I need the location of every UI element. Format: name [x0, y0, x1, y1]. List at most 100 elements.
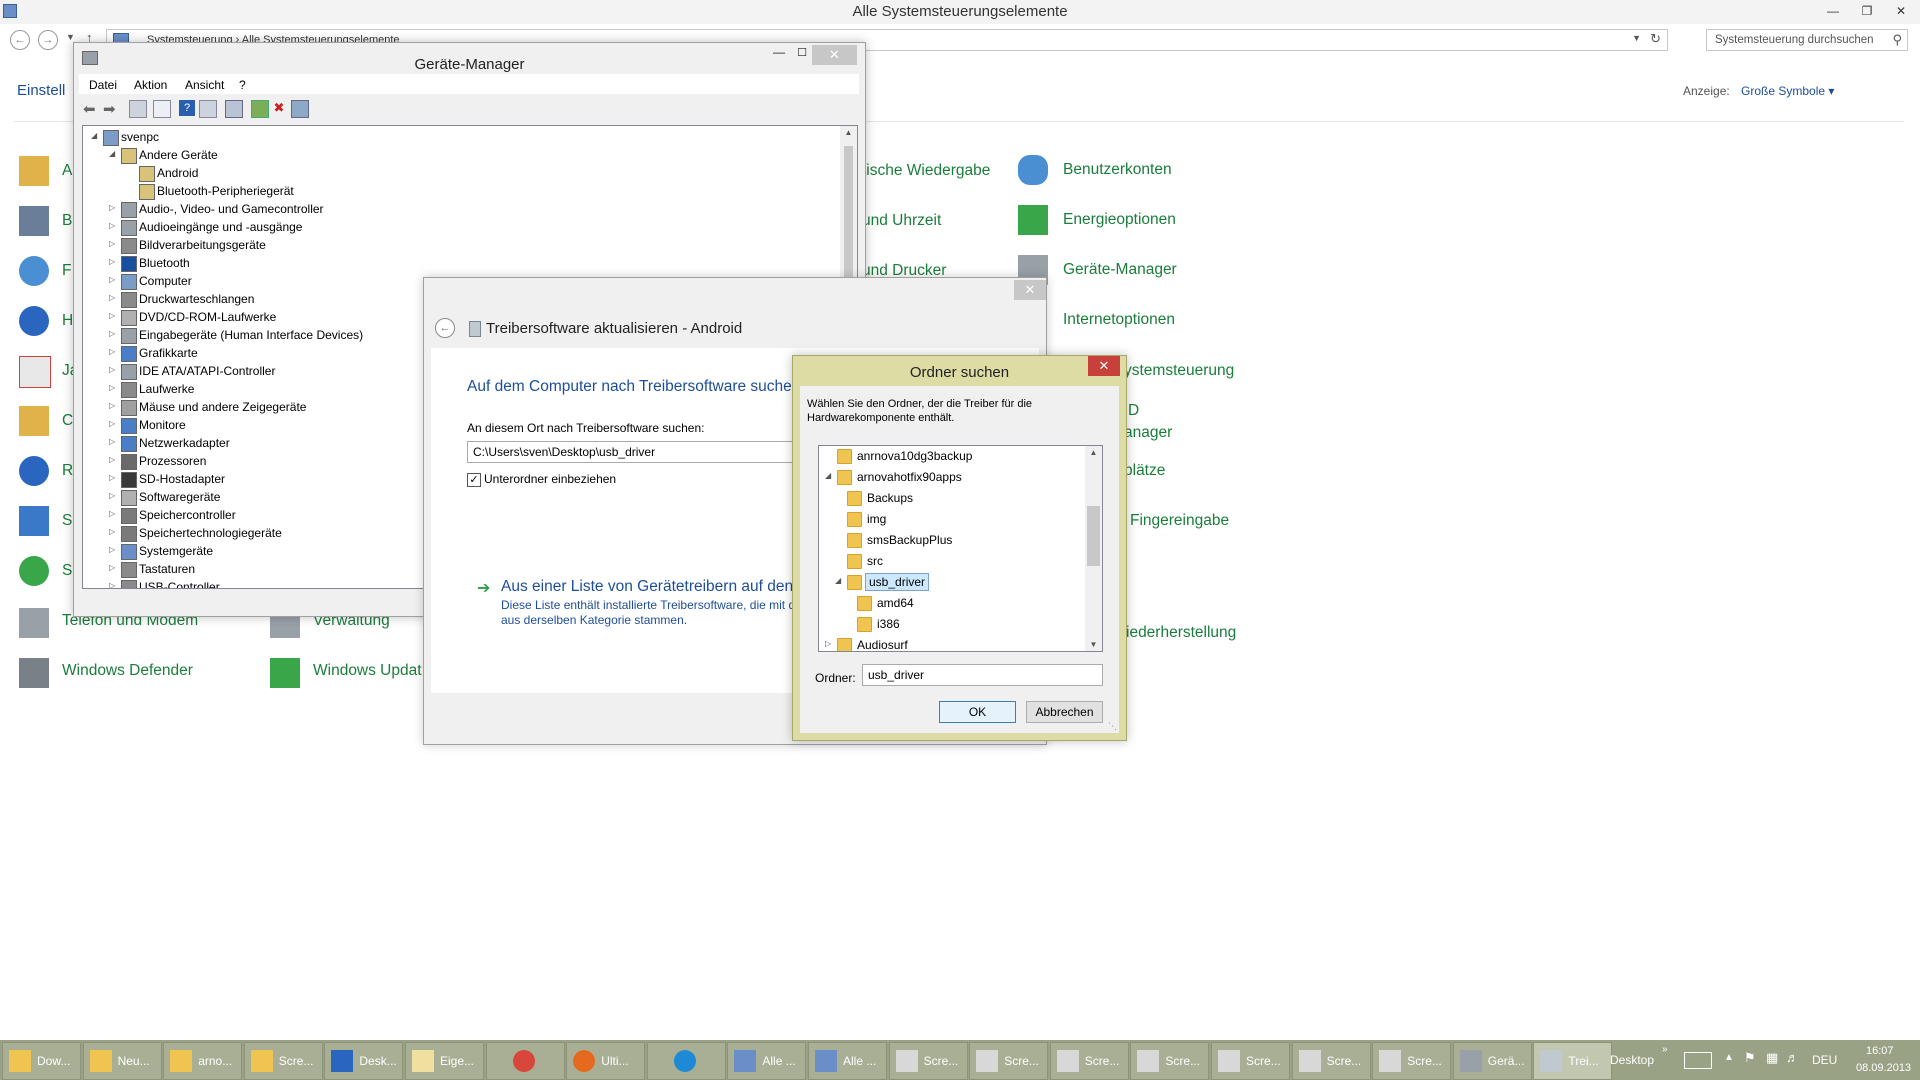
expand-arrow-icon[interactable]: ▷ — [109, 437, 119, 446]
folder-tree[interactable]: anrnova10dg3backup ◢ arnovahotfix90apps Bac… — [818, 445, 1103, 652]
cp-item-touch-input[interactable]: Fingereingabe — [1130, 512, 1229, 530]
toolbar-chevron-icon[interactable]: » — [1662, 1044, 1668, 1055]
cp-item-recovery[interactable]: iederherstellung — [1126, 624, 1236, 642]
clock-time[interactable]: 16:07 — [1866, 1045, 1894, 1057]
include-subfolders-label[interactable]: Unterordner einbeziehen — [484, 472, 616, 486]
cp-item-datetime[interactable]: und Uhrzeit — [862, 212, 941, 230]
resize-grip-icon[interactable]: ⋱ — [1108, 721, 1117, 732]
collapse-arrow-icon[interactable]: ◢ — [825, 471, 835, 480]
expand-arrow-icon[interactable]: ▷ — [109, 473, 119, 482]
help-icon[interactable]: ? — [179, 100, 195, 116]
expand-arrow-icon[interactable]: ▷ — [109, 311, 119, 320]
scroll-thumb[interactable] — [1087, 506, 1100, 566]
cp-item-workplaces[interactable]: plätze — [1124, 462, 1165, 480]
desktop-toolbar-label[interactable]: Desktop — [1610, 1053, 1654, 1067]
taskbar-button[interactable]: Desk... — [324, 1042, 404, 1080]
expand-arrow-icon[interactable]: ▷ — [109, 203, 119, 212]
taskbar-button[interactable]: Scre... — [1130, 1042, 1210, 1080]
expand-arrow-icon[interactable]: ▷ — [109, 257, 119, 266]
expand-arrow-icon[interactable]: ▷ — [109, 491, 119, 500]
dm-maximize-button[interactable]: ☐ — [797, 46, 807, 59]
back-arrow-icon[interactable]: ⬅ — [83, 100, 99, 118]
dm-minimize-button[interactable]: — — [773, 45, 785, 59]
restore-button[interactable]: ❐ — [1852, 0, 1882, 22]
menu-ansicht[interactable]: Ansicht — [185, 78, 224, 92]
menu-aktion[interactable]: Aktion — [134, 78, 167, 92]
scroll-up-arrow[interactable]: ▲ — [840, 128, 857, 137]
expand-arrow-icon[interactable]: ▷ — [109, 455, 119, 464]
choose-from-list-link[interactable]: Aus einer Liste von Gerätetreibern auf d… — [501, 578, 793, 596]
taskbar-button[interactable]: Scre... — [1291, 1042, 1371, 1080]
search-input[interactable]: Systemsteuerung durchsuchen ⚲ — [1706, 29, 1908, 51]
menu-help[interactable]: ? — [239, 78, 246, 92]
scroll-thumb[interactable] — [844, 146, 853, 296]
expand-arrow-icon[interactable]: ▷ — [109, 419, 119, 428]
keyboard-icon[interactable] — [1684, 1052, 1712, 1069]
collapse-arrow-icon[interactable]: ◢ — [109, 149, 119, 158]
menu-datei[interactable]: Datei — [89, 78, 117, 92]
include-subfolders-checkbox[interactable]: ✓ — [467, 473, 481, 487]
expand-arrow-icon[interactable]: ▷ — [109, 365, 119, 374]
taskbar-button[interactable]: Dow... — [2, 1042, 81, 1080]
cp-item-autoplay[interactable]: tische Wiedergabe — [862, 162, 990, 180]
taskbar-button[interactable] — [485, 1042, 565, 1080]
properties-icon[interactable] — [153, 100, 171, 118]
language-indicator[interactable]: DEU — [1812, 1053, 1837, 1067]
browse-folder-close-button[interactable]: ✕ — [1088, 356, 1120, 376]
collapse-arrow-icon[interactable]: ◢ — [835, 576, 845, 585]
scroll-down-arrow[interactable]: ▼ — [1085, 640, 1102, 649]
network-icon[interactable]: ▦ — [1766, 1050, 1778, 1066]
taskbar-button[interactable]: Alle ... — [727, 1042, 807, 1080]
taskbar-button[interactable] — [646, 1042, 726, 1080]
expand-arrow-icon[interactable]: ▷ — [109, 329, 119, 338]
expand-arrow-icon[interactable]: ▷ — [109, 383, 119, 392]
details-icon[interactable] — [199, 100, 217, 118]
expand-arrow-icon[interactable]: ▷ — [109, 347, 119, 356]
taskbar-button[interactable]: Scre... — [969, 1042, 1049, 1080]
volume-icon[interactable]: ♬ — [1786, 1050, 1799, 1065]
wizard-close-button[interactable]: ✕ — [1014, 280, 1046, 300]
address-dropdown-icon[interactable]: ▼ — [1632, 33, 1641, 43]
uninstall-icon[interactable]: ✖ — [271, 100, 287, 116]
close-button[interactable]: ✕ — [1886, 0, 1916, 22]
taskbar-button[interactable]: arno... — [163, 1042, 243, 1080]
taskbar-button[interactable]: Scre... — [1211, 1042, 1290, 1080]
cp-item-system-control[interactable]: ystemsteuerung — [1124, 362, 1234, 380]
cancel-button[interactable]: Abbrechen — [1026, 701, 1103, 723]
scan-hardware-icon[interactable] — [225, 100, 243, 118]
taskbar-button[interactable]: Scre... — [1049, 1042, 1129, 1080]
expand-arrow-icon[interactable]: ▷ — [109, 527, 119, 536]
view-mode-dropdown[interactable]: Große Symbole ▾ — [1741, 84, 1834, 98]
taskbar-button[interactable]: Neu... — [82, 1042, 162, 1080]
expand-arrow-icon[interactable]: ▷ — [109, 509, 119, 518]
taskbar-button[interactable]: Eige... — [405, 1042, 484, 1080]
search-icon[interactable]: ⚲ — [1892, 32, 1902, 48]
expand-arrow-icon[interactable]: ▷ — [109, 293, 119, 302]
cp-item-d[interactable]: D — [1128, 402, 1139, 420]
expand-arrow-icon[interactable]: ▷ — [109, 581, 119, 588]
expand-arrow-icon[interactable]: ▷ — [109, 401, 119, 410]
clock-date[interactable]: 08.09.2013 — [1856, 1062, 1911, 1074]
dm-close-button[interactable]: ✕ — [812, 45, 857, 65]
taskbar-button[interactable]: Scre... — [243, 1042, 323, 1080]
expand-arrow-icon[interactable]: ▷ — [109, 545, 119, 554]
forward-button[interactable]: → — [38, 30, 58, 50]
expand-arrow-icon[interactable]: ▷ — [109, 239, 119, 248]
expand-arrow-icon[interactable]: ▷ — [825, 639, 835, 648]
cp-item-manager[interactable]: anager — [1124, 424, 1172, 442]
view-tree-icon[interactable] — [129, 100, 147, 118]
folder-tree-scrollbar[interactable]: ▲ ▼ — [1085, 446, 1102, 651]
enable-device-icon[interactable] — [291, 100, 309, 118]
taskbar-button[interactable]: Scre... — [1372, 1042, 1452, 1080]
flag-icon[interactable]: ⚑ — [1744, 1050, 1756, 1066]
refresh-icon[interactable]: ↻ — [1650, 31, 1661, 47]
expand-arrow-icon[interactable]: ▷ — [109, 563, 119, 572]
wizard-back-button[interactable]: ← — [435, 318, 455, 338]
back-button[interactable]: ← — [10, 30, 30, 50]
show-hidden-icons[interactable]: ▲ — [1724, 1052, 1734, 1063]
folder-input[interactable]: usb_driver — [862, 664, 1103, 686]
taskbar-button[interactable]: Gerä... — [1452, 1042, 1532, 1080]
taskbar-button[interactable]: Ulti... — [566, 1042, 646, 1080]
collapse-arrow-icon[interactable]: ◢ — [91, 131, 101, 140]
taskbar-button[interactable]: Scre... — [888, 1042, 968, 1080]
